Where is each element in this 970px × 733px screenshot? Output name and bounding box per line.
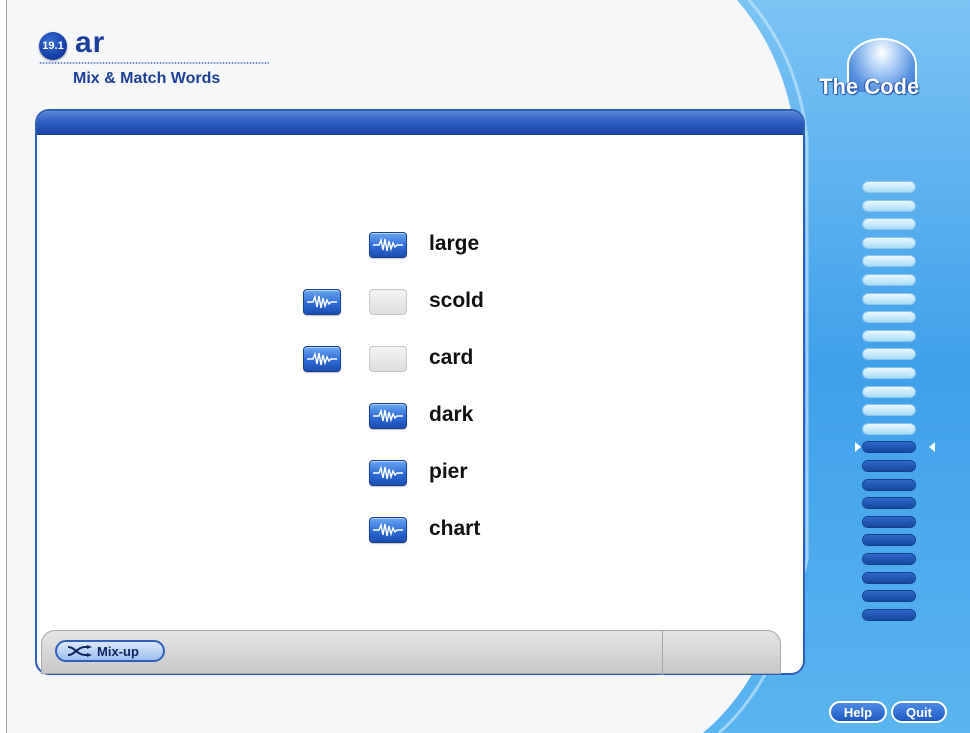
progress-rung-complete xyxy=(863,423,915,434)
play-sound-button[interactable] xyxy=(369,403,407,429)
mix-up-label: Mix-up xyxy=(97,643,139,659)
play-sound-button-left[interactable] xyxy=(303,346,341,372)
play-sound-button[interactable] xyxy=(369,517,407,543)
play-sound-button[interactable] xyxy=(369,460,407,486)
header-divider xyxy=(39,62,269,64)
waveform-icon xyxy=(373,408,403,423)
app-frame: 19.1 ar Mix & Match Words The Code large… xyxy=(6,0,970,733)
progress-rung-remaining xyxy=(863,591,915,602)
progress-marker-left-icon xyxy=(855,442,861,453)
word-label: chart xyxy=(429,517,481,540)
progress-rung-remaining xyxy=(863,442,915,453)
progress-rung-remaining xyxy=(863,572,915,583)
progress-rung-remaining xyxy=(863,554,915,564)
word-label: scold xyxy=(429,289,484,312)
progress-rung-complete xyxy=(863,219,915,230)
activity-title: Mix & Match Words xyxy=(73,70,221,87)
progress-rung-remaining xyxy=(863,461,915,471)
waveform-icon xyxy=(373,522,403,537)
progress-rung-complete xyxy=(863,368,915,378)
mix-up-button[interactable]: Mix-up xyxy=(55,640,165,662)
word-list: large scold card dark pier chart xyxy=(37,135,803,630)
waveform-icon xyxy=(373,237,403,252)
word-row: dark xyxy=(37,397,803,437)
help-button[interactable]: Help xyxy=(829,701,887,723)
empty-sound-slot[interactable] xyxy=(369,289,407,315)
progress-rung-complete xyxy=(863,330,915,341)
word-row: chart xyxy=(37,511,803,551)
word-label: pier xyxy=(429,460,468,483)
play-sound-button[interactable] xyxy=(369,232,407,258)
waveform-icon xyxy=(307,351,337,366)
shuffle-icon xyxy=(67,645,92,657)
word-label: large xyxy=(429,232,480,255)
progress-rung-complete xyxy=(863,237,915,248)
toolbar-divider xyxy=(662,631,663,675)
word-label: dark xyxy=(429,403,474,426)
card-header-bar xyxy=(37,111,803,135)
progress-rung-remaining xyxy=(863,516,915,527)
lesson-number-badge: 19.1 xyxy=(39,32,67,60)
progress-rung-complete xyxy=(863,349,915,360)
progress-rung-complete xyxy=(863,293,915,304)
empty-sound-slot[interactable] xyxy=(369,346,407,372)
word-row: pier xyxy=(37,454,803,494)
quit-button[interactable]: Quit xyxy=(891,701,947,723)
progress-rung-complete xyxy=(863,386,915,397)
lesson-sound-title: ar xyxy=(75,26,106,59)
progress-rung-remaining xyxy=(863,609,915,620)
play-sound-button-left[interactable] xyxy=(303,289,341,315)
word-row: scold xyxy=(37,283,803,323)
word-row: large xyxy=(37,226,803,266)
progress-rung-remaining xyxy=(863,535,915,546)
word-row: card xyxy=(37,340,803,380)
progress-rung-complete xyxy=(863,275,915,285)
activity-card: large scold card dark pier chart xyxy=(35,109,805,675)
brand-title: The Code xyxy=(819,74,920,99)
progress-rung-remaining xyxy=(863,498,915,509)
progress-rung-complete xyxy=(863,405,915,416)
progress-rung-complete xyxy=(863,200,915,211)
progress-rung-complete xyxy=(863,182,915,192)
word-label: card xyxy=(429,346,474,369)
progress-marker-right-icon xyxy=(929,442,935,453)
progress-rung-complete xyxy=(863,256,915,267)
waveform-icon xyxy=(373,465,403,480)
progress-rung-complete xyxy=(863,312,915,323)
waveform-icon xyxy=(307,294,337,309)
progress-rung-remaining xyxy=(863,479,915,490)
